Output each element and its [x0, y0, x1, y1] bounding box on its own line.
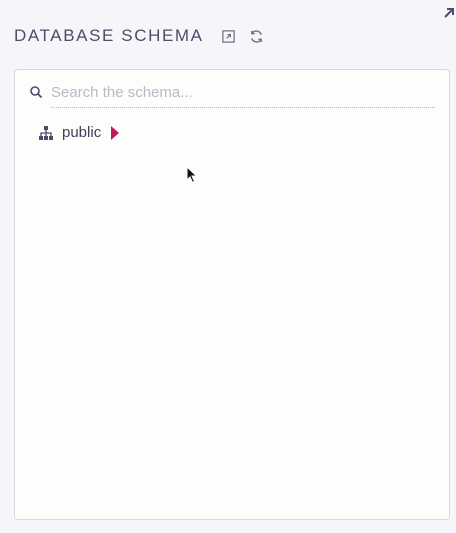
tree-item-label: public	[62, 124, 102, 141]
tree-item-public[interactable]: public	[38, 124, 120, 141]
expand-icon[interactable]	[220, 27, 238, 45]
page-title: DATABASE SCHEMA	[14, 26, 204, 45]
schema-search	[29, 76, 435, 108]
search-underline	[51, 107, 435, 108]
refresh-icon[interactable]	[248, 27, 266, 45]
schema-header: DATABASE SCHEMA	[14, 26, 266, 46]
search-input[interactable]	[51, 83, 435, 101]
schema-tree-icon	[38, 125, 54, 141]
schema-panel: public	[14, 69, 450, 520]
expand-arrow-icon[interactable]	[111, 125, 120, 140]
mouse-cursor-icon	[186, 165, 198, 184]
open-external-icon[interactable]	[442, 6, 456, 20]
search-icon	[29, 85, 43, 99]
